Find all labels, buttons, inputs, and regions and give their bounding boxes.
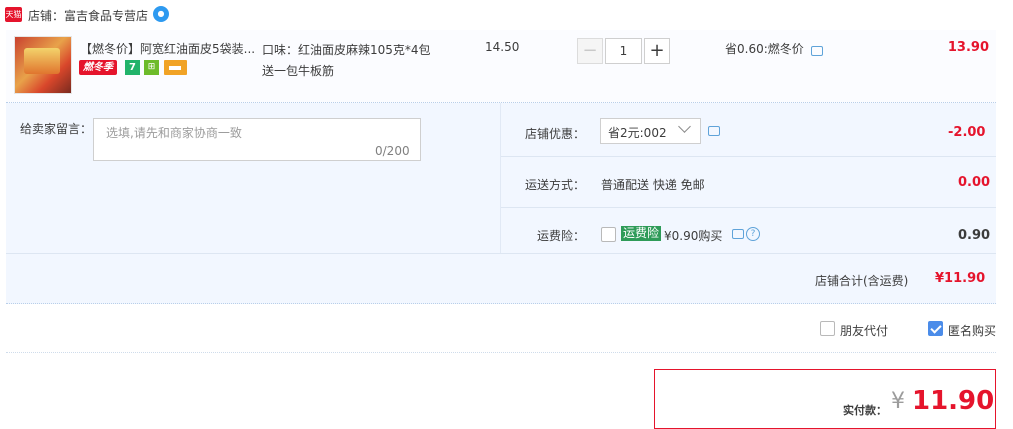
anonymous-purchase-checkbox[interactable] xyxy=(928,321,943,336)
seven-day-return-icon: 7 xyxy=(125,60,140,75)
row-divider xyxy=(501,156,996,157)
quantity-decrease-button[interactable]: − xyxy=(577,38,603,64)
discount-note: 省0.60:燃冬价 xyxy=(725,42,804,56)
shipping-amount: 0.00 xyxy=(958,175,991,190)
section-divider xyxy=(6,352,996,353)
quantity-input[interactable] xyxy=(605,38,642,64)
seller-message-placeholder: 选填,请先和商家协商一致 xyxy=(106,126,242,140)
store-discount-value: 省2元:002 xyxy=(608,126,667,140)
help-icon[interactable]: ? xyxy=(746,227,760,241)
currency-symbol: ¥ xyxy=(891,389,905,414)
tmall-badge-icon: 天猫 xyxy=(5,7,22,22)
friend-pay-checkbox[interactable] xyxy=(820,321,835,336)
spec-line-1: 口味：红油面皮麻辣105克*4包 xyxy=(262,43,431,57)
store-subtotal-label: 店铺合计(含运费) xyxy=(815,274,909,288)
product-title-link[interactable]: 【燃冬价】阿宽红油面皮5袋装... xyxy=(80,40,256,57)
product-spec: 口味：红油面皮麻辣105克*4包 送一包牛板筋 xyxy=(262,40,440,82)
comment-icon[interactable] xyxy=(708,126,720,136)
actual-payment-amount: 11.90 xyxy=(912,386,995,416)
chat-bubble-icon[interactable]: ● xyxy=(153,6,169,22)
item-total-price: 13.90 xyxy=(947,40,989,55)
shipping-method-value: 普通配送 快递 免邮 xyxy=(601,178,705,192)
actual-payment-label: 实付款： xyxy=(843,404,887,417)
shop-name[interactable]: 店铺：富吉食品专营店 xyxy=(28,7,148,24)
column-divider xyxy=(500,103,501,253)
shipping-insurance-amount: 0.90 xyxy=(958,228,991,243)
store-discount-label: 店铺优惠： xyxy=(525,127,586,141)
shipping-insurance-checkbox[interactable] xyxy=(601,227,616,242)
store-subtotal-value: ¥11.90 xyxy=(935,271,986,286)
row-divider xyxy=(6,253,996,254)
quantity-increase-button[interactable]: + xyxy=(644,38,670,64)
shipping-insurance-badge: 运费险 xyxy=(621,226,662,241)
service-guarantee-icon: ⊞ xyxy=(144,60,159,75)
message-char-count: 0/200 xyxy=(375,144,410,158)
seller-message-label: 给卖家留言： xyxy=(20,122,93,136)
shipping-method-label: 运送方式： xyxy=(525,178,586,192)
shipping-insurance-price: ¥0.90购买 xyxy=(664,229,723,243)
credit-card-icon xyxy=(164,60,187,75)
product-thumbnail-detail xyxy=(24,48,60,74)
store-discount-amount: -2.00 xyxy=(948,125,986,140)
shipping-insurance-label: 运费险： xyxy=(537,229,586,243)
anonymous-purchase-label[interactable]: 匿名购买 xyxy=(948,322,996,339)
spec-line-2: 送一包牛板筋 xyxy=(262,64,335,78)
row-divider xyxy=(501,207,996,208)
unit-price: 14.50 xyxy=(485,40,520,54)
comment-icon[interactable] xyxy=(811,46,823,56)
friend-pay-label[interactable]: 朋友代付 xyxy=(840,322,888,339)
comment-icon[interactable] xyxy=(732,229,744,239)
promo-season-tag: 燃冬季 xyxy=(79,60,117,75)
